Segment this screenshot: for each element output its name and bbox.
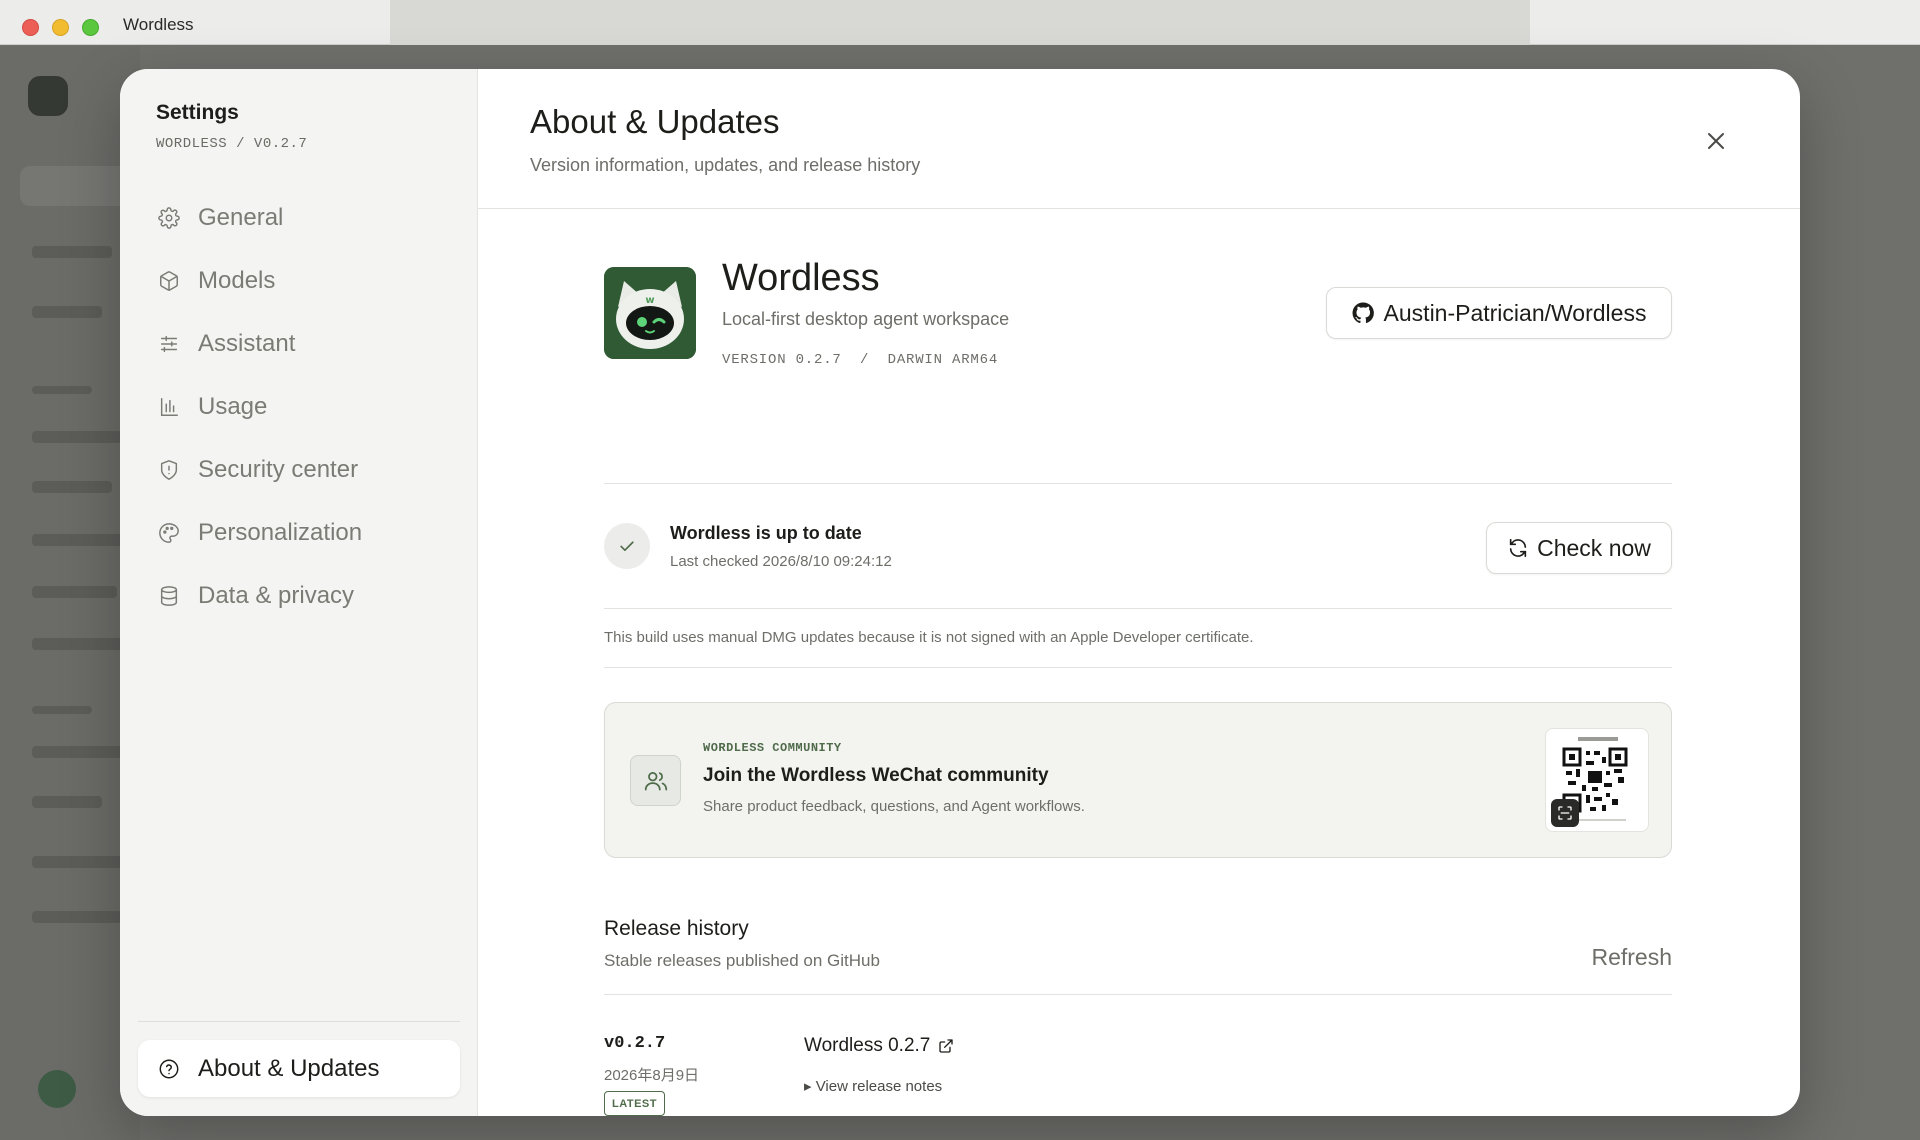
shield-icon [160, 459, 178, 480]
sidebar-item-security-center[interactable]: Security center [138, 438, 460, 501]
community-subtitle: Share product feedback, questions, and A… [703, 798, 1085, 815]
background-list-line [32, 638, 122, 650]
scan-icon [1558, 806, 1572, 820]
background-nav-line [32, 306, 102, 318]
view-release-notes-toggle[interactable]: ▸ View release notes [804, 1077, 942, 1095]
community-card: WORDLESS COMMUNITY Join the Wordless WeC… [604, 702, 1672, 858]
check-now-button[interactable]: Check now [1486, 522, 1672, 574]
sidebar-item-personalization[interactable]: Personalization [138, 501, 460, 564]
build-note: This build uses manual DMG updates becau… [604, 629, 1254, 646]
release-history-subtitle: Stable releases published on GitHub [604, 951, 880, 970]
settings-title: Settings [156, 101, 239, 124]
background-list-line [32, 481, 112, 493]
section-divider [604, 667, 1672, 668]
refresh-releases-button[interactable]: Refresh [1591, 944, 1672, 971]
minimize-window-button[interactable] [52, 19, 69, 36]
sidebar-item-label: About & Updates [198, 1054, 380, 1082]
external-link-icon [939, 1039, 954, 1053]
settings-sidebar: Settings WORDLESS / V0.2.7 General Model… [120, 69, 478, 1116]
cat-mascot-icon: w [604, 267, 696, 359]
github-repo-label: Austin-Patrician/Wordless [1383, 299, 1647, 326]
qr-expand-button[interactable] [1551, 799, 1579, 827]
sidebar-item-about-updates[interactable]: About & Updates [138, 1040, 460, 1097]
gear-icon [158, 206, 180, 229]
release-date: 2026年8月9日 [604, 1067, 700, 1084]
refresh-icon [1509, 538, 1527, 558]
sidebar-item-general[interactable]: General [138, 186, 460, 249]
sidebar-divider [138, 1021, 460, 1022]
database-icon [160, 585, 178, 606]
sidebar-item-label: Security center [198, 455, 359, 483]
background-list-line [32, 856, 122, 868]
background-list-line [32, 431, 122, 443]
background-list-line [32, 534, 122, 546]
sidebar-item-label: General [198, 203, 284, 231]
settings-modal: Settings WORDLESS / V0.2.7 General Model… [120, 69, 1800, 1116]
latest-badge: LATEST [604, 1091, 665, 1116]
titlebar-center-area [390, 0, 1530, 45]
github-repo-button[interactable]: Austin-Patrician/Wordless [1326, 287, 1672, 339]
app-logo: w [604, 267, 696, 359]
background-section-line [32, 386, 92, 394]
page-title: About & Updates [530, 103, 780, 140]
background-section-line [32, 706, 92, 714]
community-badge [630, 755, 681, 806]
cube-icon [160, 270, 178, 291]
background-list-line [32, 586, 117, 598]
background-list-line [32, 911, 122, 923]
svg-text:w: w [645, 295, 654, 306]
release-tag: v0.2.7 [604, 1034, 666, 1053]
help-circle-icon [159, 1059, 179, 1078]
update-status-title: Wordless is up to date [670, 523, 862, 543]
sliders-icon [160, 335, 178, 352]
background-list-line [32, 746, 122, 758]
bar-chart-icon [160, 397, 178, 416]
sidebar-item-assistant[interactable]: Assistant [138, 312, 460, 375]
background-user-avatar [38, 1070, 76, 1108]
zoom-window-button[interactable] [82, 19, 99, 36]
section-divider [604, 483, 1672, 484]
up-to-date-badge [604, 523, 650, 569]
settings-nav: General Models Assistant Usage Security … [138, 186, 460, 627]
page-subtitle: Version information, updates, and releas… [530, 155, 921, 175]
background-nav-line [32, 246, 112, 258]
close-icon [1708, 133, 1724, 149]
community-title: Join the Wordless WeChat community [703, 765, 1049, 786]
background-app-logo [28, 76, 68, 116]
app-version: VERSION 0.2.7 / DARWIN ARM64 [722, 352, 999, 368]
check-now-label: Check now [1537, 534, 1651, 561]
settings-version-label: WORDLESS / V0.2.7 [156, 136, 308, 152]
section-divider [604, 994, 1672, 995]
sidebar-item-label: Data & privacy [198, 581, 355, 609]
section-divider [604, 608, 1672, 609]
window-title: Wordless [123, 15, 194, 34]
background-sidebar [0, 46, 140, 1140]
settings-content: About & Updates Version information, upd… [478, 69, 1800, 1116]
app-description: Local-first desktop agent workspace [722, 309, 1010, 329]
sidebar-item-usage[interactable]: Usage [138, 375, 460, 438]
release-name: Wordless 0.2.7 [804, 1035, 931, 1056]
release-history-title: Release history [604, 917, 749, 940]
background-nav-item [20, 166, 130, 206]
release-link[interactable]: Wordless 0.2.7 [804, 1035, 954, 1057]
app-name: Wordless [722, 257, 880, 299]
window-titlebar: Wordless [0, 0, 1920, 45]
sidebar-item-data-privacy[interactable]: Data & privacy [138, 564, 460, 627]
sidebar-item-label: Usage [198, 392, 268, 420]
update-last-checked: Last checked 2026/8/10 09:24:12 [670, 553, 892, 570]
close-window-button[interactable] [22, 19, 39, 36]
github-icon [1352, 302, 1374, 324]
sidebar-item-models[interactable]: Models [138, 249, 460, 312]
sidebar-item-label: Personalization [198, 518, 363, 546]
check-icon [620, 541, 634, 551]
palette-icon [159, 522, 179, 543]
sidebar-item-label: Models [198, 266, 276, 294]
community-eyebrow: WORDLESS COMMUNITY [703, 741, 842, 755]
background-list-line [32, 796, 102, 808]
sidebar-item-label: Assistant [198, 329, 296, 357]
close-modal-button[interactable] [1700, 125, 1732, 157]
header-divider [478, 208, 1800, 209]
users-icon [644, 771, 667, 791]
